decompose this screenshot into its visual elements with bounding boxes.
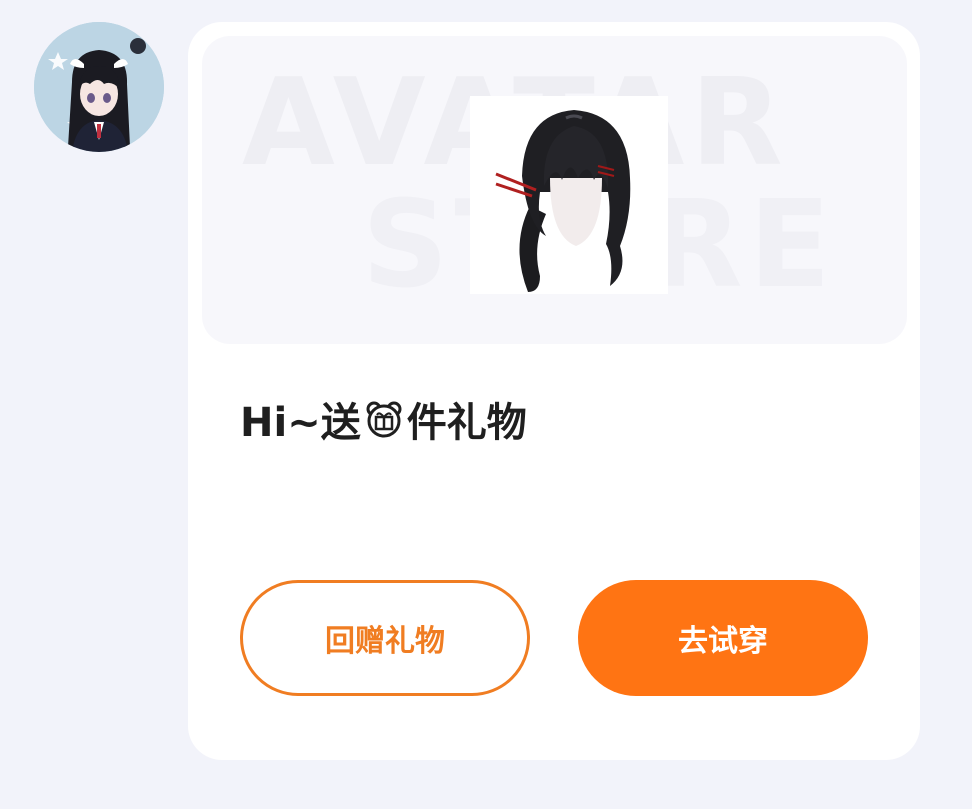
gift-message-suffix: 件礼物 <box>406 400 527 446</box>
product-banner: AVATAR STORE <box>202 36 907 344</box>
gift-message-prefix: Hi~送 <box>240 400 361 446</box>
try-on-button[interactable]: 去试穿 <box>578 580 868 696</box>
return-gift-button[interactable]: 回赠礼物 <box>240 580 530 696</box>
gift-bear-emoji-icon <box>365 400 403 438</box>
product-image[interactable] <box>470 96 668 294</box>
gift-message: Hi~送 件礼物 <box>240 390 527 448</box>
black-hairstyle-icon <box>470 96 668 294</box>
anime-girl-avatar-icon <box>34 22 164 152</box>
sender-avatar[interactable] <box>34 22 164 152</box>
gift-card: AVATAR STORE Hi~送 <box>188 22 920 760</box>
